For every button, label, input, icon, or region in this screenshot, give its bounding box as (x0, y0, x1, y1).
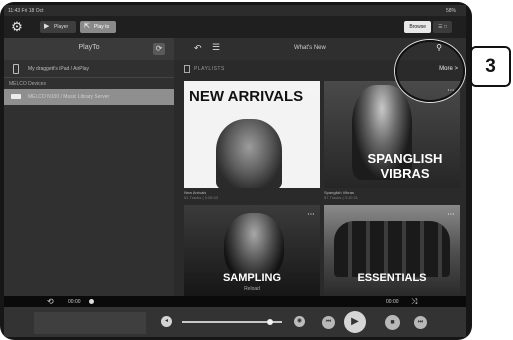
now-playing-artwork (34, 312, 146, 334)
device-row-melco[interactable]: MELCO N100 / Music Library Server (4, 89, 174, 105)
browse-title: What's New (294, 45, 326, 51)
section-label-melco: MELCO Devices (9, 81, 46, 87)
refresh-icon[interactable]: ⟳ (153, 43, 165, 55)
menu-icon[interactable]: ☰ (212, 42, 220, 53)
playto-button[interactable]: ⇱ Play to (80, 21, 116, 33)
status-time: 11:43 Fri 18 Oct (8, 8, 44, 14)
gear-icon[interactable]: ⚙ (10, 20, 24, 34)
cover-art-portrait (216, 119, 282, 188)
transport-bar: ◂ ◉ ⏮ ▶ ■ ⏭ (4, 307, 466, 337)
tablet-icon (13, 64, 19, 74)
volume-up-icon[interactable]: ◉ (294, 316, 305, 327)
repeat-icon[interactable]: ⟲ (47, 297, 54, 306)
progress-strip: ⟲ 00:00 00:00 ⤨ (4, 296, 466, 307)
status-bar: 11:43 Fri 18 Oct 58% (4, 5, 466, 16)
tile-subtitle: 51 Tracks | 3:05:53 (184, 195, 218, 200)
tile-caption: New Arrivals 51 Tracks | 3:05:53 (184, 190, 218, 200)
tile-art-subtext: Reload (244, 286, 260, 292)
view-toggle-group: Browse ☰ □ (404, 21, 452, 33)
list-view-toggle[interactable]: ☰ □ (433, 21, 452, 33)
top-toolbar: ⚙ ▶ Player ⇱ Play to Browse ☰ □ (4, 16, 466, 38)
playlist-tile-sampling[interactable]: SAMPLING Reload ••• (184, 205, 320, 296)
tile-art-text: SPANGLISH VIBRAS (367, 151, 443, 181)
device-label: My draggett's iPad / AirPlay (28, 66, 89, 72)
volume-down-icon[interactable]: ◂ (161, 316, 172, 327)
tile-art-text: SAMPLING (222, 272, 282, 284)
playto-title: PlayTo (78, 44, 100, 51)
playlist-tile-essentials[interactable]: ESSENTIALS ••• (324, 205, 460, 296)
playlist-icon (184, 65, 190, 73)
selected-device-label: MELCO N100 / Music Library Server (28, 94, 110, 100)
next-track-button[interactable]: ⏭ (414, 316, 427, 329)
more-options-icon[interactable]: ••• (308, 211, 315, 216)
progress-scrubber[interactable] (89, 299, 94, 304)
tile-art-text: NEW ARRIVALS (189, 88, 304, 105)
tile-subtitle: 57 Tracks | 3:10:31 (324, 195, 358, 200)
back-icon[interactable]: ↶ (194, 43, 202, 54)
playto-panel: PlayTo ⟳ My draggett's iPad / AirPlay ME… (4, 38, 174, 296)
more-options-icon[interactable]: ••• (448, 211, 455, 216)
device-row-ipad[interactable]: My draggett's iPad / AirPlay (4, 60, 174, 78)
app-screen: 11:43 Fri 18 Oct 58% ⚙ ▶ Player ⇱ Play t… (4, 5, 466, 337)
playto-button-label: Play to (94, 24, 110, 30)
playlists-label: PLAYLISTS (194, 66, 225, 72)
playlist-tile-new-arrivals[interactable]: NEW ARRIVALS ••• (184, 81, 320, 188)
tile-caption: Spanglish Vibras 57 Tracks | 3:10:31 (324, 190, 358, 200)
tile-art-text: ESSENTIALS (357, 272, 427, 284)
cover-art-band (334, 221, 450, 277)
play-icon: ▶ (44, 23, 50, 30)
playto-header: PlayTo ⟳ (4, 38, 174, 60)
volume-slider-handle[interactable] (267, 319, 273, 325)
more-options-icon[interactable]: ••• (308, 87, 315, 92)
battery-indicator: 58% (445, 8, 456, 14)
stop-button[interactable]: ■ (385, 315, 400, 330)
remaining-time: 00:00 (386, 299, 399, 305)
browse-toggle[interactable]: Browse (404, 21, 432, 33)
highlight-circle (395, 40, 465, 102)
elapsed-time: 00:00 (68, 299, 81, 305)
server-icon (11, 94, 21, 99)
previous-track-button[interactable]: ⏮ (322, 316, 335, 329)
shuffle-icon[interactable]: ⤨ (411, 297, 417, 307)
player-button[interactable]: ▶ Player (40, 21, 76, 33)
play-button[interactable]: ▶ (344, 311, 366, 333)
callout-number: 3 (470, 46, 511, 87)
airplay-icon: ⇱ (84, 23, 90, 30)
player-button-label: Player (54, 24, 69, 30)
